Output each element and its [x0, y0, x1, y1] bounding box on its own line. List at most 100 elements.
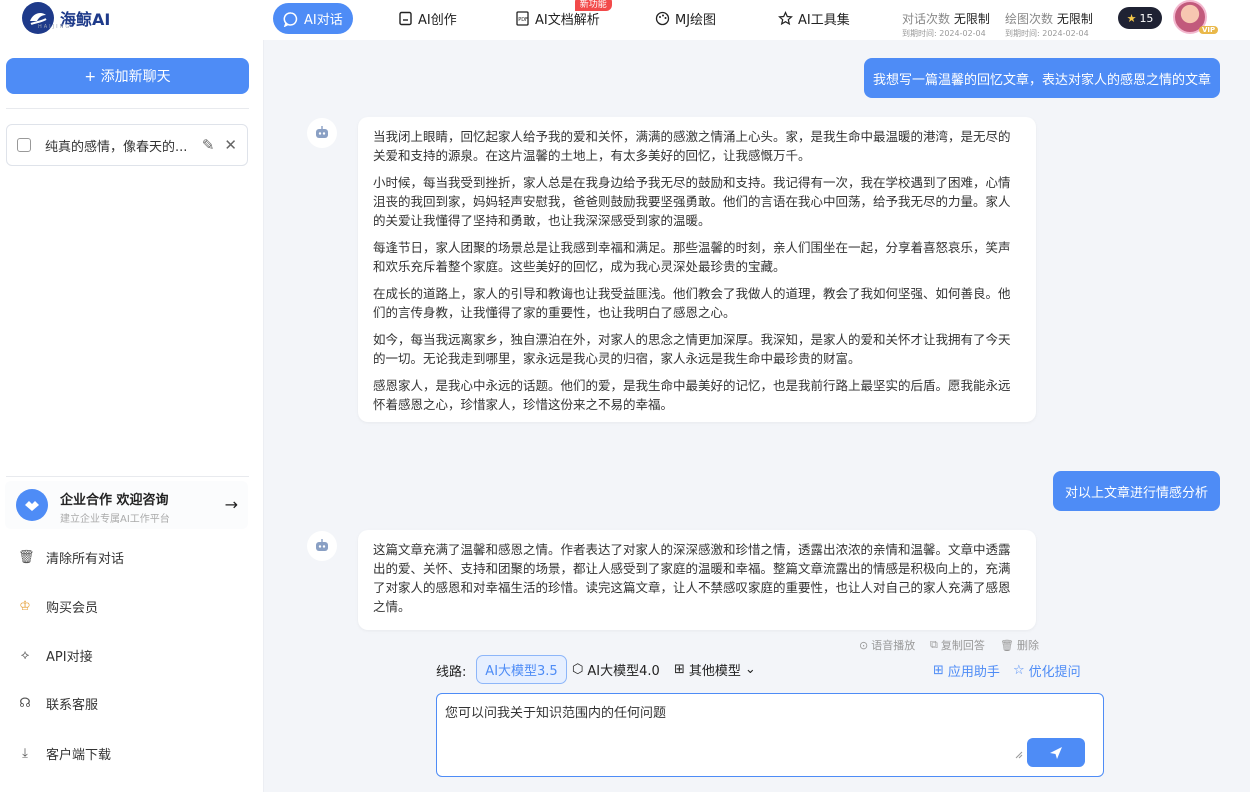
delete-button[interactable]: 🗑 删除 — [1000, 637, 1039, 653]
model-label: 其他模型 — [688, 664, 741, 679]
svg-text:PDF: PDF — [518, 17, 528, 23]
sidebar-item-label: 联系客服 — [46, 697, 99, 713]
nav-ai-chat[interactable]: AI对话 — [273, 3, 353, 34]
model-40-button[interactable]: ⬡ AI大模型4.0 — [572, 655, 660, 684]
trash-icon: 🗑 — [1000, 638, 1014, 652]
bot-message: 当我闭上眼睛，回忆起家人给予我的爱和关怀，满满的感激之情涌上心头。家，是我生命中… — [358, 117, 1036, 422]
business-title: 企业合作 欢迎咨询 — [60, 493, 169, 508]
nav-label: AI创作 — [418, 13, 457, 28]
speak-label: 语音播放 — [871, 639, 916, 652]
speak-button[interactable]: ⊙ 语音播放 — [859, 637, 915, 653]
bot-paragraph: 感恩家人，是我心中永远的话题。他们的爱，是我生命中最美好的记忆，也是我前行路上最… — [373, 378, 1011, 412]
chevron-down-icon: ⌄ — [744, 662, 756, 677]
message-input-box — [436, 693, 1104, 777]
chat-quota-expiry: 到期时间: 2024-02-04 — [902, 29, 986, 38]
robot-icon — [307, 118, 337, 148]
arrow-right-icon: → — [224, 495, 238, 514]
copy-button[interactable]: ⧉ 复制回答 — [930, 637, 985, 653]
star-balance[interactable]: ★ 15 — [1118, 7, 1162, 29]
new-feature-badge: 新功能 — [574, 0, 612, 11]
bot-message: 这篇文章充满了温馨和感恩之情。作者表达了对家人的深深感激和珍惜之情，透露出浓浓的… — [358, 530, 1036, 630]
sidebar-item-label: 清除所有对话 — [46, 551, 125, 567]
api-icon: ⟡ — [20, 647, 30, 663]
bot-paragraph: 如今，每当我远离家乡，独自漂泊在外，对家人的思念之情更加深厚。我深知，是家人的爱… — [373, 332, 1011, 366]
draw-quota: 绘图次数 无限制 — [1005, 10, 1093, 27]
sidebar-item-api[interactable]: ⟡ API对接 — [18, 645, 93, 665]
sidebar-item-label: 客户端下载 — [46, 747, 112, 763]
headset-icon: ☊ — [19, 695, 31, 711]
grid-icon: ⊞ — [933, 663, 944, 678]
draw-quota-label: 绘图次数 — [1005, 12, 1054, 26]
user-message: 我想写一篇温馨的回忆文章，表达对家人的感恩之情的文章 — [864, 58, 1220, 98]
sidebar: + 添加新聊天 纯真的感情，像春天的... ✎ ✕ 企业合作 欢迎咨询 建立企业… — [0, 40, 264, 792]
business-subtitle: 建立企业专属AI工作平台 — [60, 514, 170, 525]
send-icon — [1050, 746, 1062, 759]
play-icon: ⊙ — [859, 638, 869, 652]
chat-item-icon — [17, 138, 31, 152]
nav-ai-tools[interactable]: AI工具集 — [768, 3, 860, 34]
chat-quota: 对话次数 无限制 — [902, 10, 990, 27]
star-outline-icon: ☆ — [1013, 663, 1025, 678]
draw-quota-value: 无限制 — [1056, 12, 1093, 26]
add-chat-button[interactable]: + 添加新聊天 — [6, 58, 249, 94]
star-icon: ★ — [1126, 11, 1137, 25]
sidebar-item-support[interactable]: ☊ 联系客服 — [18, 693, 98, 713]
conversation-title: 纯真的感情，像春天的... — [45, 139, 188, 155]
grid-icon: ⊞ — [674, 662, 685, 677]
model-35-button[interactable]: AI大模型3.5 — [476, 655, 567, 684]
handshake-icon — [16, 489, 48, 521]
chat-quota-value: 无限制 — [953, 12, 990, 26]
resize-handle-icon[interactable] — [1015, 751, 1023, 759]
logo-subtitle: HAIJING — [38, 24, 72, 30]
sidebar-item-download[interactable]: ⤓ 客户端下载 — [18, 743, 111, 763]
nav-ai-doc[interactable]: PDF AI文档解析 新功能 — [505, 0, 612, 34]
bot-paragraph: 这篇文章充满了温馨和感恩之情。作者表达了对家人的深深感激和珍惜之情，透露出浓浓的… — [373, 542, 1011, 614]
trash-icon: 🗑 — [18, 549, 35, 565]
copy-label: 复制回答 — [940, 639, 985, 652]
star-outline-icon — [778, 11, 793, 26]
sidebar-item-clear[interactable]: 🗑 清除所有对话 — [18, 547, 124, 567]
crown-icon: ♔ — [19, 598, 31, 614]
app-helper-button[interactable]: ⊞ 应用助手 — [933, 661, 1000, 680]
message-input[interactable] — [445, 702, 1025, 768]
optimize-question-button[interactable]: ☆ 优化提问 — [1013, 661, 1081, 680]
app-helper-label: 应用助手 — [947, 665, 1000, 680]
copy-icon: ⧉ — [930, 638, 938, 651]
sidebar-item-membership[interactable]: ♔ 购买会员 — [18, 596, 98, 616]
user-message: 对以上文章进行情感分析 — [1053, 471, 1220, 511]
business-cooperation-card[interactable]: 企业合作 欢迎咨询 建立企业专属AI工作平台 → — [5, 481, 248, 529]
nav-mj-draw[interactable]: MJ绘图 — [645, 3, 726, 34]
chat-quota-label: 对话次数 — [902, 12, 951, 26]
top-header: 海鲸AI HAIJING AI对话 AI创作 PDF AI文档解析 新功能 MJ… — [0, 0, 1250, 40]
model-label: AI大模型4.0 — [587, 664, 660, 679]
bot-paragraph: 当我闭上眼睛，回忆起家人给予我的爱和关怀，满满的感激之情涌上心头。家，是我生命中… — [373, 129, 1011, 163]
bot-paragraph: 每逢节日，家人团聚的场景总是让我感到幸福和满足。那些温馨的时刻，亲人们围坐在一起… — [373, 240, 1011, 274]
sidebar-item-label: API对接 — [46, 649, 93, 665]
bot-paragraph: 在成长的道路上，家人的引导和教诲也让我受益匪浅。他们教会了我做人的道理，教会了我… — [373, 286, 1011, 320]
edit-icon[interactable]: ✎ — [202, 136, 215, 154]
divider — [6, 476, 249, 477]
divider — [6, 108, 249, 109]
palette-icon — [655, 11, 670, 26]
other-models-dropdown[interactable]: ⊞ 其他模型 ⌄ — [674, 655, 756, 684]
chat-bubble-icon — [283, 11, 298, 27]
nav-label: AI文档解析 — [535, 13, 600, 28]
draw-quota-expiry: 到期时间: 2024-02-04 — [1005, 29, 1089, 38]
nav-label: AI工具集 — [798, 13, 850, 28]
optimize-label: 优化提问 — [1028, 665, 1081, 680]
nav-ai-create[interactable]: AI创作 — [388, 3, 467, 34]
bot-paragraph: 小时候，每当我受到挫折，家人总是在我身边给予我无尽的鼓励和支持。我记得有一次，我… — [373, 175, 1011, 228]
conversation-item[interactable]: 纯真的感情，像春天的... ✎ ✕ — [6, 124, 248, 166]
document-edit-icon — [399, 11, 412, 26]
sidebar-item-label: 购买会员 — [46, 600, 99, 616]
route-label: 线路: — [436, 665, 467, 680]
download-icon: ⤓ — [22, 745, 28, 761]
close-icon[interactable]: ✕ — [224, 136, 237, 154]
pdf-icon: PDF — [516, 11, 529, 26]
nav-label: AI对话 — [304, 13, 343, 28]
robot-icon — [307, 531, 337, 561]
star-count: 15 — [1139, 11, 1154, 25]
nav-label: MJ绘图 — [675, 13, 717, 28]
delete-label: 删除 — [1016, 639, 1039, 652]
send-button[interactable] — [1027, 738, 1085, 767]
